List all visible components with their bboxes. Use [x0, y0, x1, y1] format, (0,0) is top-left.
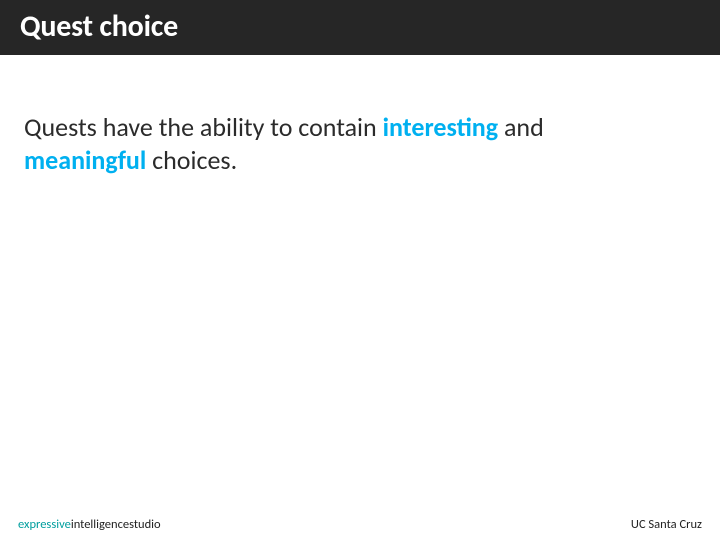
- title-bar: Quest choice: [0, 0, 720, 55]
- footer: expressiveintelligencestudio UC Santa Cr…: [0, 517, 720, 532]
- highlight-interesting: interesting: [383, 111, 499, 143]
- highlight-meaningful: meaningful: [24, 144, 146, 176]
- body-paragraph: Quests have the ability to contain inter…: [24, 111, 696, 176]
- body-text-2: and: [498, 111, 544, 143]
- slide-body: Quests have the ability to contain inter…: [0, 55, 720, 176]
- body-text-3: choices.: [146, 144, 237, 176]
- footer-studio: studio: [129, 517, 161, 532]
- body-text-1: Quests have the ability to contain: [24, 111, 383, 143]
- footer-left: expressiveintelligencestudio: [18, 517, 161, 532]
- footer-right: UC Santa Cruz: [631, 517, 702, 532]
- slide-title: Quest choice: [20, 8, 700, 45]
- slide: Quest choice Quests have the ability to …: [0, 0, 720, 540]
- footer-intelligence: intelligence: [71, 517, 129, 532]
- footer-expressive: expressive: [18, 517, 71, 532]
